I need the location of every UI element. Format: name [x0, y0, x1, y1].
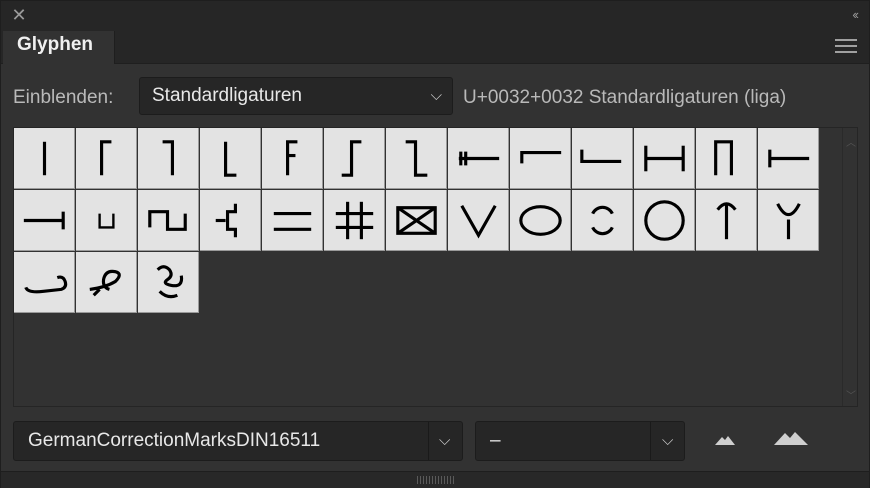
glyph-cell-vertical-bar[interactable] — [14, 128, 75, 189]
glyph-cell-wave-bracket[interactable] — [138, 190, 199, 251]
double-line-icon — [273, 212, 312, 231]
grid-scrollbar[interactable]: ︿ ﹀ — [842, 128, 859, 406]
step-up-icon — [341, 140, 362, 177]
glyph-cell-corner-bottom-left[interactable] — [200, 128, 261, 189]
glyph-cell-up-arrow[interactable] — [696, 190, 757, 251]
close-icon[interactable]: ✕ — [9, 5, 29, 25]
font-style-value: – — [490, 430, 501, 451]
filter-dropdown[interactable]: Standardligaturen ⌵ — [139, 77, 453, 115]
glyph-cell-corner-top-right[interactable] — [138, 128, 199, 189]
glyph-cell-double-line[interactable] — [262, 190, 323, 251]
glyph-cell-ellipse[interactable] — [510, 190, 571, 251]
chevron-down-icon: ⌵ — [439, 432, 451, 449]
insert-mark-left-icon — [458, 151, 500, 166]
hash-icon — [335, 201, 374, 240]
small-u-icon — [98, 213, 115, 229]
zoom-in-icon[interactable] — [773, 429, 809, 447]
corner-top-right-icon — [162, 140, 175, 176]
glyph-cell-span-bracket[interactable] — [634, 128, 695, 189]
glyph-cell-zigzag-bracket[interactable] — [200, 190, 261, 251]
font-family-value: GermanCorrectionMarksDIN16511 — [28, 430, 321, 451]
corner-bottom-left-icon — [224, 141, 237, 177]
zigzag-bracket-icon — [215, 203, 237, 238]
chevron-down-icon: ⌵ — [662, 432, 674, 449]
glyph-cell-t-left[interactable] — [758, 128, 819, 189]
scroll-down-icon[interactable]: ﹀ — [846, 387, 856, 402]
filter-label: Einblenden: — [13, 87, 114, 108]
glyph-cell-step-down[interactable] — [386, 128, 447, 189]
glyph-cell-step-up[interactable] — [324, 128, 385, 189]
glyph-cell-delete-sign[interactable] — [138, 252, 199, 313]
glyph-cell-corner-top-left[interactable] — [76, 128, 137, 189]
vertical-bar-icon — [42, 141, 47, 176]
y-fork-icon — [776, 203, 801, 240]
t-left-icon — [768, 149, 810, 168]
glyph-cell-half-bracket-top[interactable] — [510, 128, 571, 189]
boxed-x-icon — [396, 206, 437, 235]
ellipse-icon — [519, 205, 562, 236]
glyph-cell-t-right[interactable] — [14, 190, 75, 251]
glyph-cell-insert-mark-left[interactable] — [448, 128, 509, 189]
half-bracket-bottom-icon — [580, 149, 622, 164]
wave-bracket-icon — [148, 210, 187, 231]
panel-resize-bar — [1, 471, 869, 488]
circle-icon — [644, 200, 685, 241]
font-family-select[interactable]: GermanCorrectionMarksDIN16511 ⌵ — [13, 421, 463, 461]
up-arrow-icon — [716, 202, 737, 240]
glyph-info-text: U+0032+0032 Standardligaturen (liga) — [463, 87, 787, 108]
zoom-out-icon[interactable] — [713, 433, 737, 447]
panel-menu-icon[interactable] — [835, 39, 857, 55]
glyph-cell-boxed-x[interactable] — [386, 190, 447, 251]
glyph-cell-loop-swash[interactable] — [76, 252, 137, 313]
glyph-grid: ︿ ﹀ — [13, 127, 858, 407]
glyph-cell-y-fork[interactable] — [758, 190, 819, 251]
glyph-cell-half-bracket-bottom[interactable] — [572, 128, 633, 189]
glyph-cell-hash[interactable] — [324, 190, 385, 251]
v-mark-icon — [460, 204, 497, 239]
tab-strip: Glyphen — [1, 31, 869, 64]
corner-top-left-icon — [100, 140, 112, 176]
scroll-up-icon[interactable]: ︿ — [846, 134, 856, 149]
glyph-cell-flag[interactable] — [262, 128, 323, 189]
panel-titlebar: ✕ ‹‹ — [1, 1, 869, 31]
glyph-cell-loop-tilde[interactable] — [14, 252, 75, 313]
glyphs-panel: ✕ ‹‹ Glyphen Einblenden: Standardligatur… — [0, 0, 870, 488]
glyph-cell-circle[interactable] — [634, 190, 695, 251]
loop-swash-icon — [89, 269, 121, 297]
glyph-cell-tall-u-bracket[interactable] — [696, 128, 757, 189]
span-bracket-icon — [644, 145, 685, 172]
tab-glyphs[interactable]: Glyphen — [3, 31, 115, 64]
filter-value: Standardligaturen — [152, 85, 302, 106]
glyph-cell-small-u[interactable] — [76, 190, 137, 251]
chevron-down-icon: ⌵ — [430, 87, 442, 104]
glyph-cell-open-circle[interactable] — [572, 190, 633, 251]
open-circle-icon — [591, 205, 614, 236]
tall-u-bracket-icon — [714, 140, 733, 176]
loop-tilde-icon — [24, 275, 68, 294]
delete-sign-icon — [156, 265, 184, 299]
flag-icon — [286, 140, 298, 176]
resize-grip-icon[interactable] — [417, 476, 455, 484]
half-bracket-top-icon — [520, 151, 562, 164]
font-style-select[interactable]: – ⌵ — [475, 421, 685, 461]
glyph-cell-v-mark[interactable] — [448, 190, 509, 251]
collapse-panel-icon[interactable]: ‹‹ — [852, 7, 859, 22]
step-down-icon — [405, 140, 428, 177]
t-right-icon — [23, 211, 65, 230]
